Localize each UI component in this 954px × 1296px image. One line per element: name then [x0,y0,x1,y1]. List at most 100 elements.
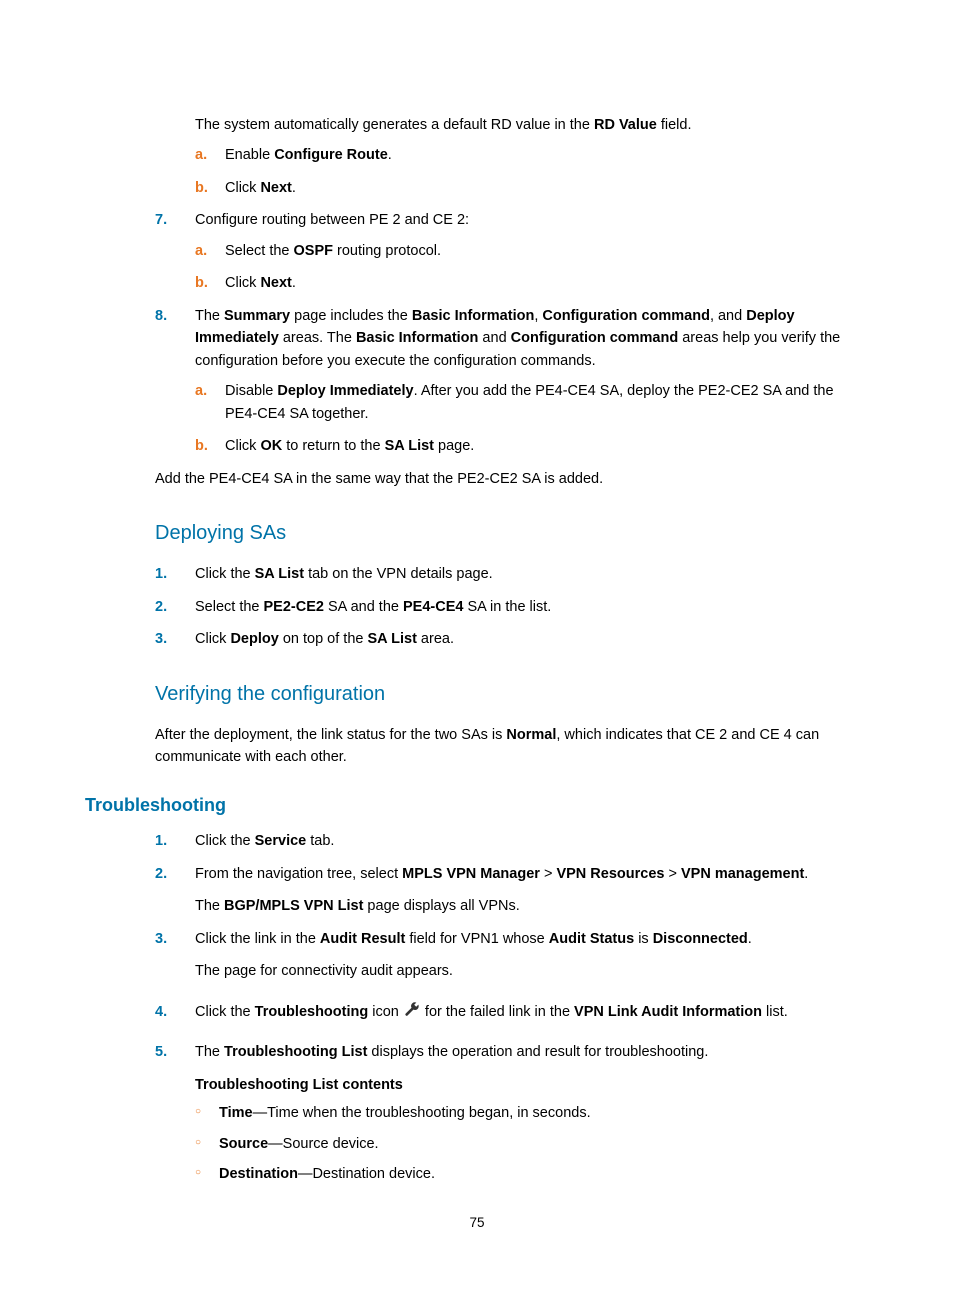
text: From the navigation tree, select [195,866,402,882]
bold: Summary [224,308,290,324]
text: The system automatically generates a def… [195,117,594,133]
text: SA in the list. [463,599,551,615]
text: Click the link in the [195,931,320,947]
list-marker-2: 2. [155,596,167,618]
bold: VPN Link Audit Information [574,1004,762,1020]
bold: OSPF [294,243,333,259]
list-marker-b: b. [195,177,208,199]
text: Enable [225,147,274,163]
bold: Next [260,275,291,291]
text: —Source device. [268,1136,378,1152]
text: Click [195,631,230,647]
bold: Audit Status [549,931,634,947]
list-marker-b: b. [195,435,208,457]
bold: MPLS VPN Manager [402,866,540,882]
list-item: 3. Click Deploy on top of the SA List ar… [155,628,869,650]
list-item: 1. Click the Service tab. [155,830,869,852]
bold: Troubleshooting [255,1004,369,1020]
text: Click the [195,566,255,582]
list-marker-8: 8. [155,305,167,327]
text: Select the [225,243,294,259]
text: page. [434,438,474,454]
text: field for VPN1 whose [405,931,548,947]
page-number: 75 [0,1213,954,1234]
list-marker-5: 5. [155,1041,167,1063]
list-marker-1: 1. [155,830,167,852]
list-marker-a: a. [195,144,207,166]
bold: VPN Resources [556,866,664,882]
text: field. [657,117,692,133]
bold: Next [260,180,291,196]
list-item: 2. Select the PE2-CE2 SA and the PE4-CE4… [155,596,869,618]
bold: SA List [255,566,304,582]
heading-deploying-sas: Deploying SAs [155,518,869,549]
list-item: 1. Click the SA List tab on the VPN deta… [155,563,869,585]
list-item: b. Click OK to return to the SA List pag… [195,435,869,457]
intro-paragraph: The system automatically generates a def… [195,114,869,136]
bullet-marker: ○ [195,1135,201,1151]
bold: OK [260,438,282,454]
text: The [195,1044,224,1060]
list-item: a. Enable Configure Route. [195,144,869,166]
text: . [292,180,296,196]
paragraph: After the deployment, the link status fo… [155,724,869,769]
text: for the failed link in the [425,1004,574,1020]
list-item: 7. Configure routing between PE 2 and CE… [155,209,869,294]
text: routing protocol. [333,243,441,259]
bold: Configuration command [542,308,710,324]
text: Select the [195,599,264,615]
text: SA and the [324,599,403,615]
list-item: 8. The Summary page includes the Basic I… [155,305,869,458]
bold: Audit Result [320,931,405,947]
list-marker-3: 3. [155,928,167,950]
text: . [748,931,752,947]
paragraph: Add the PE4-CE4 SA in the same way that … [155,468,869,490]
list-item: ○ Source—Source device. [195,1133,869,1155]
bold: PE4-CE4 [403,599,463,615]
list-marker-2: 2. [155,863,167,885]
text: page displays all VPNs. [363,898,519,914]
list-marker-4: 4. [155,1001,167,1023]
bold: BGP/MPLS VPN List [224,898,363,914]
list-marker-3: 3. [155,628,167,650]
text: . [388,147,392,163]
text: Click [225,438,260,454]
text: > [664,866,681,882]
text: to return to the [282,438,384,454]
text: —Time when the troubleshooting began, in… [253,1105,591,1121]
text: > [540,866,557,882]
bold: Disconnected [653,931,748,947]
text: The [195,308,224,324]
text: After the deployment, the link status fo… [155,727,506,743]
list-marker-1: 1. [155,563,167,585]
bold: RD Value [594,117,657,133]
list-item: 3. Click the link in the Audit Result fi… [155,928,869,983]
text: page includes the [290,308,412,324]
text: on top of the [279,631,368,647]
bullet-marker: ○ [195,1104,201,1120]
bold: Deploy Immediately [277,383,413,399]
list-item: b. Click Next. [195,177,869,199]
bold: Basic Information [412,308,534,324]
list-item: 2. From the navigation tree, select MPLS… [155,863,869,918]
bold: Destination [219,1166,298,1182]
list-marker-a: a. [195,240,207,262]
bold: Normal [506,727,556,743]
bold: SA List [385,438,434,454]
text: . [804,866,808,882]
list-marker-7: 7. [155,209,167,231]
heading-verifying-configuration: Verifying the configuration [155,679,869,710]
list-marker-b: b. [195,272,208,294]
troubleshooting-icon [403,1002,421,1018]
list-item: a. Select the OSPF routing protocol. [195,240,869,262]
bold: Configure Route [274,147,388,163]
text: . [292,275,296,291]
text: The [195,898,224,914]
text: list. [762,1004,788,1020]
text: tab. [306,833,334,849]
bold: Troubleshooting List [224,1044,367,1060]
list-item: ○ Destination—Destination device. [195,1163,869,1185]
bold: Deploy [230,631,278,647]
sub-heading: Troubleshooting List contents [195,1077,403,1093]
bold: VPN management [681,866,804,882]
